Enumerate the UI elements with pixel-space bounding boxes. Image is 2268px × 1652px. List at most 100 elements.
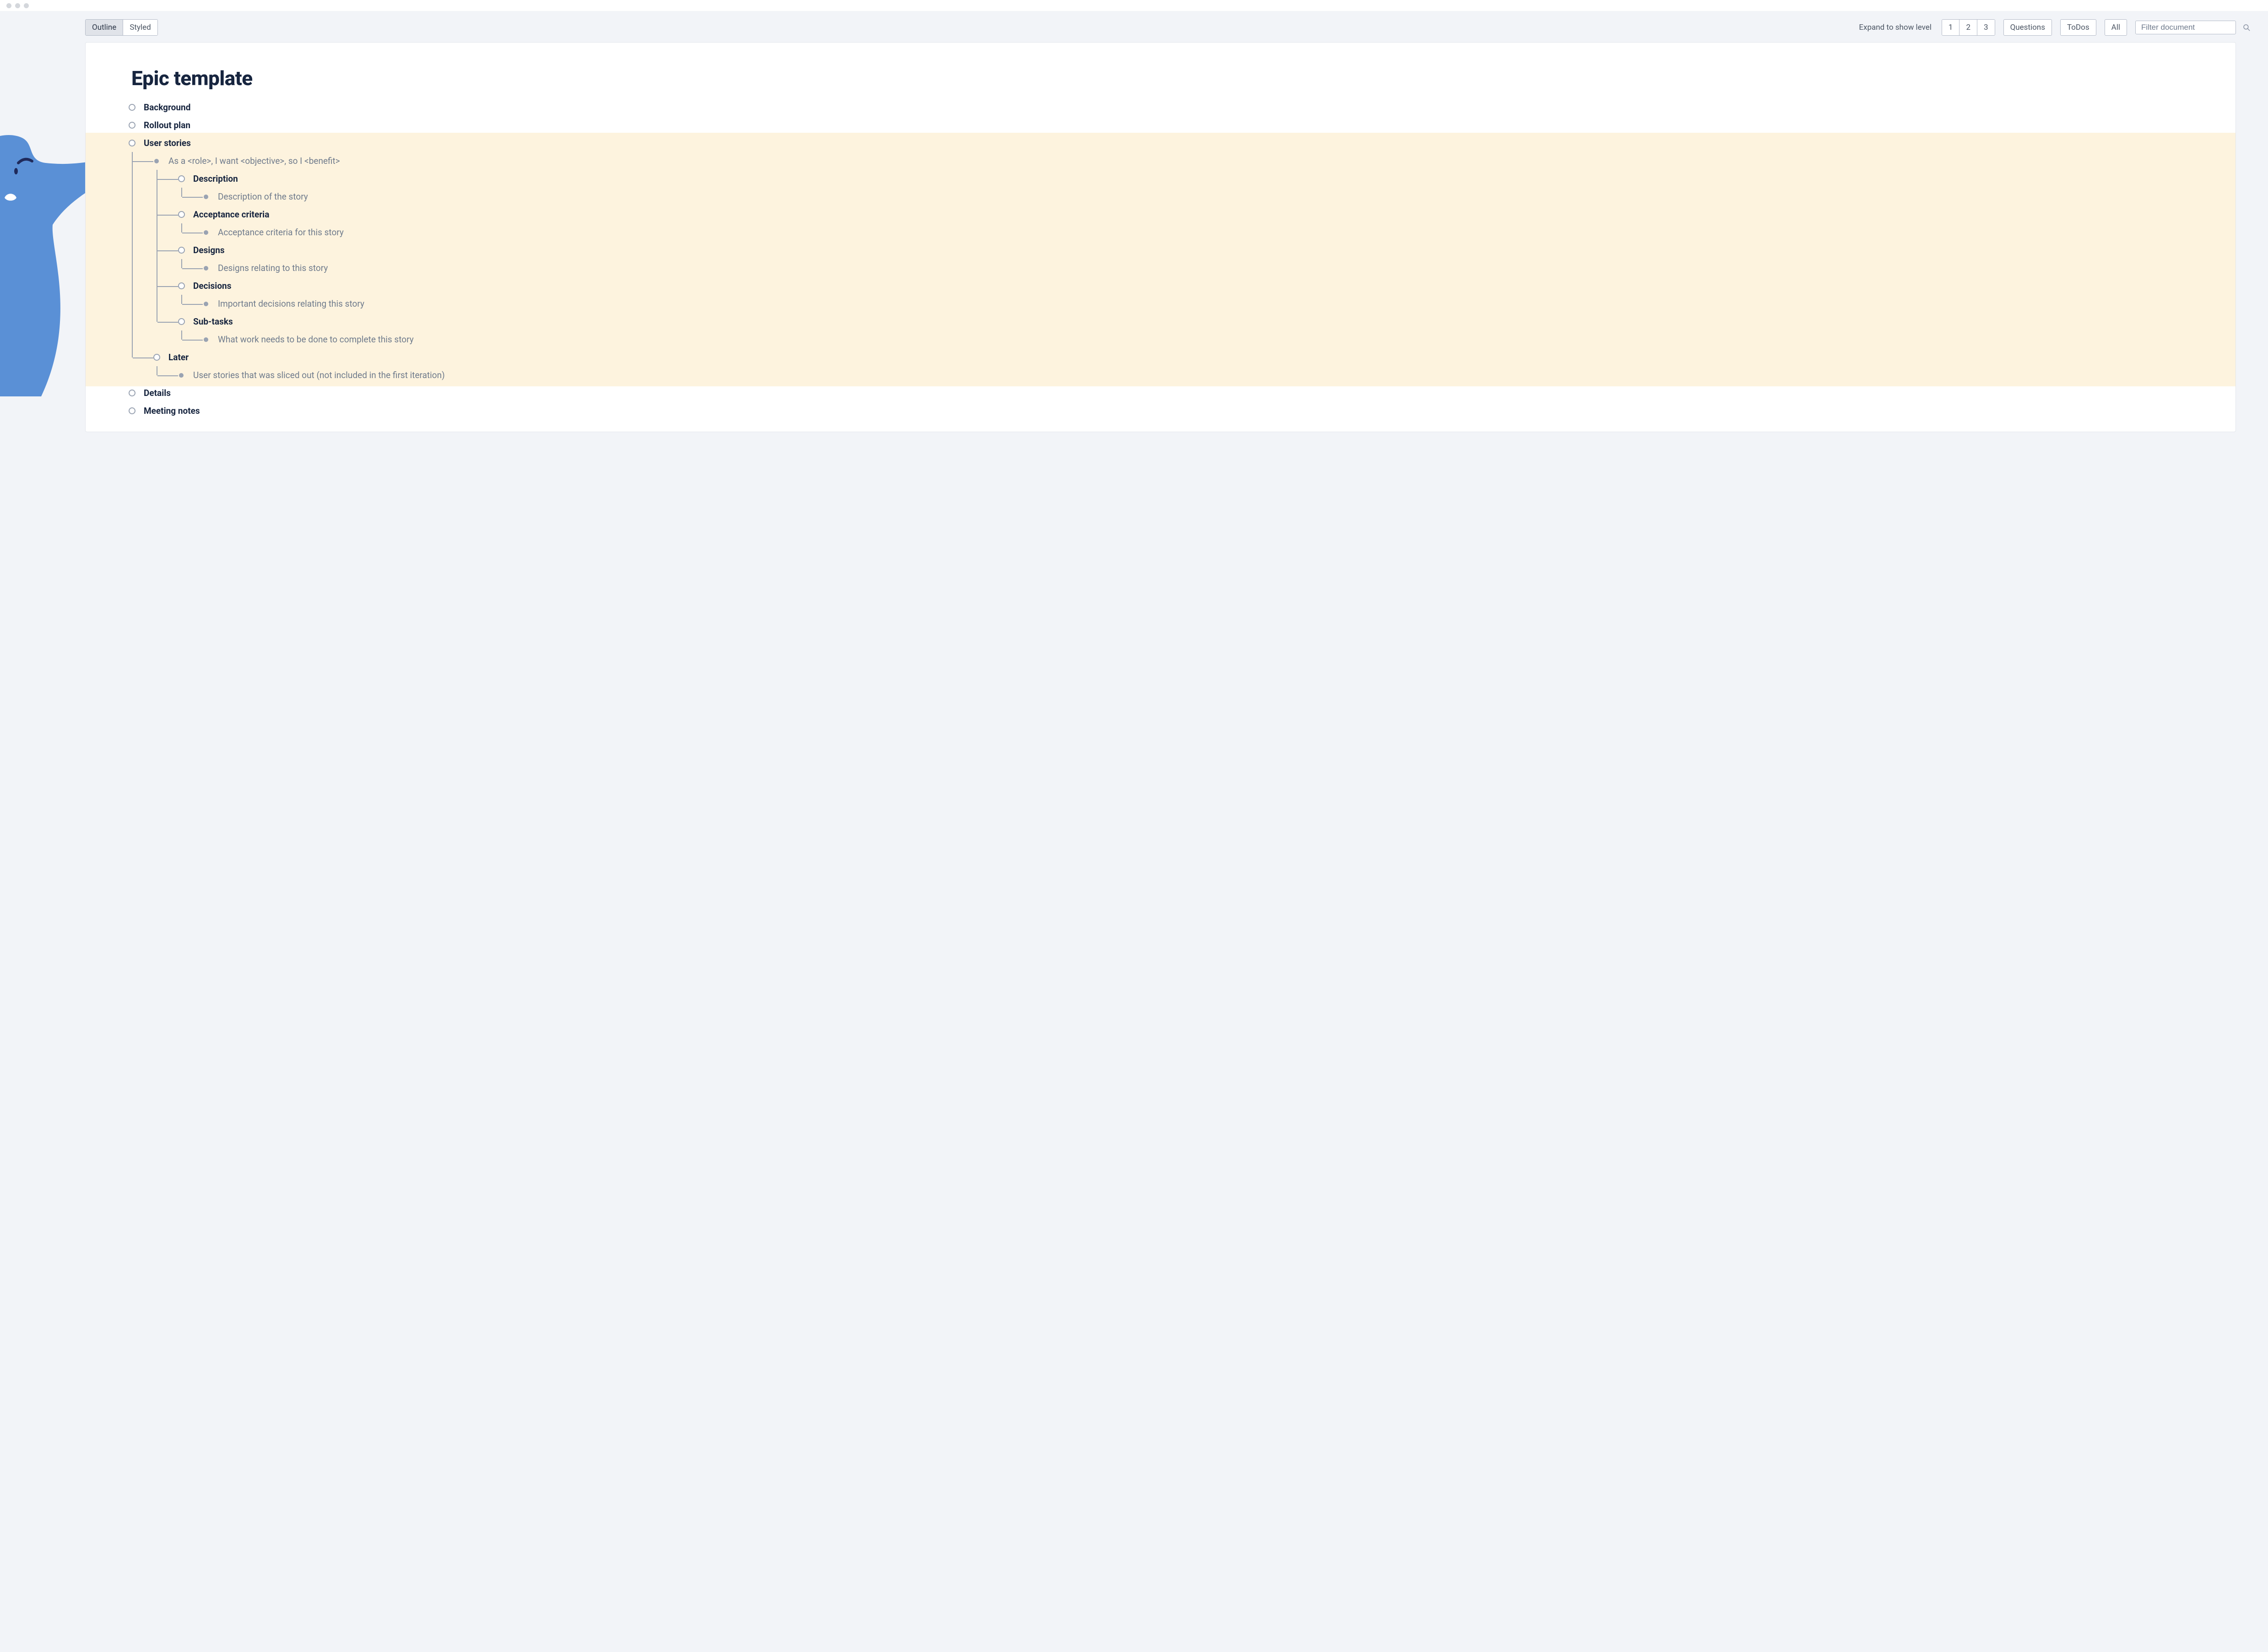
expand-level-2[interactable]: 2: [1959, 20, 1977, 35]
bullet-branch-icon: [178, 318, 185, 325]
outline-row[interactable]: Later: [153, 348, 2236, 366]
bullet-branch-icon: [129, 407, 135, 414]
outline-label: Details: [144, 388, 171, 398]
outline-children: User stories that was sliced out (not in…: [157, 366, 2236, 384]
expand-level-3[interactable]: 3: [1977, 20, 1995, 35]
tab-styled[interactable]: Styled: [123, 20, 157, 35]
bullet-leaf-icon: [204, 337, 208, 342]
outline-label: Rollout plan: [144, 120, 190, 130]
questions-button[interactable]: Questions: [2003, 19, 2052, 36]
outline-row[interactable]: Details: [129, 384, 2236, 402]
outline-node: Meeting notes: [129, 402, 2236, 420]
outline-node: Sub-tasks What work needs to be done to c…: [178, 313, 2236, 348]
outline-node: Background: [129, 98, 2236, 116]
outline-node: What work needs to be done to complete t…: [203, 330, 2236, 348]
outline-node: Details: [129, 384, 2236, 402]
outline-node: As a <role>, I want <objective>, so I <b…: [153, 152, 2236, 348]
outline-row[interactable]: Description: [178, 170, 2236, 188]
outline-label: As a <role>, I want <objective>, so I <b…: [168, 156, 340, 166]
filter-input-wrap[interactable]: [2135, 21, 2236, 34]
outline-row[interactable]: Meeting notes: [129, 402, 2236, 420]
outline-children: Acceptance criteria for this story: [181, 223, 2236, 241]
search-icon: [2242, 23, 2251, 32]
outline-node: Rollout plan: [129, 116, 2236, 134]
bullet-branch-icon: [178, 282, 185, 289]
outline-label: Sub-tasks: [193, 316, 233, 327]
document-card: Epic template BackgroundRollout planUser…: [85, 42, 2236, 432]
outline-label: Acceptance criteria for this story: [218, 227, 344, 238]
bullet-branch-icon: [178, 175, 185, 182]
outline-row[interactable]: Important decisions relating this story: [203, 295, 2236, 313]
outline-node: Important decisions relating this story: [203, 295, 2236, 313]
outline-node: Designs Designs relating to this story: [178, 241, 2236, 277]
outline-label: Description of the story: [218, 191, 308, 202]
outline-children: Designs relating to this story: [181, 259, 2236, 277]
outline-row[interactable]: Decisions: [178, 277, 2236, 295]
outline-row[interactable]: Description of the story: [203, 188, 2236, 206]
expand-level-1[interactable]: 1: [1942, 20, 1959, 35]
todos-button[interactable]: ToDos: [2060, 19, 2096, 36]
outline-children: As a <role>, I want <objective>, so I <b…: [132, 152, 2236, 384]
bullet-branch-icon: [153, 354, 160, 361]
outline-node: Acceptance criteria Acceptance criteria f…: [178, 206, 2236, 241]
bullet-branch-icon: [129, 390, 135, 396]
outline-node: User stories that was sliced out (not in…: [178, 366, 2236, 384]
outline-label: Designs relating to this story: [218, 263, 328, 273]
outline-label: What work needs to be done to complete t…: [218, 334, 414, 345]
outline-node: Description of the story: [203, 188, 2236, 206]
window-dot: [6, 3, 11, 8]
outline-node: Later User stories that was sliced out (n…: [153, 348, 2236, 384]
outline-label: Meeting notes: [144, 406, 200, 416]
outline-row[interactable]: Acceptance criteria for this story: [203, 223, 2236, 241]
bullet-leaf-icon: [179, 373, 184, 378]
outline-node: User stories As a <role>, I want <objecti…: [129, 134, 2236, 384]
window-dot: [15, 3, 20, 8]
outline-label: Later: [168, 352, 189, 363]
outline-row[interactable]: User stories that was sliced out (not in…: [178, 366, 2236, 384]
outline-label: Acceptance criteria: [193, 209, 269, 220]
expand-level-label: Expand to show level: [1859, 23, 1932, 32]
outline-node: Acceptance criteria for this story: [203, 223, 2236, 241]
bullet-branch-icon: [129, 140, 135, 146]
outline-children: What work needs to be done to complete t…: [181, 330, 2236, 348]
outline-label: User stories that was sliced out (not in…: [193, 370, 445, 380]
outline-node: Designs relating to this story: [203, 259, 2236, 277]
bullet-leaf-icon: [204, 302, 208, 306]
outline-node: Decisions Important decisions relating th…: [178, 277, 2236, 313]
outline-row[interactable]: Designs: [178, 241, 2236, 259]
outline-node: Description Description of the story: [178, 170, 2236, 206]
outline-label: Background: [144, 102, 190, 113]
outline-root: Background Rollout plan User stories As a <…: [86, 98, 2236, 432]
view-mode-toggle: Outline Styled: [85, 19, 158, 36]
outline-row[interactable]: Designs relating to this story: [203, 259, 2236, 277]
outline-row[interactable]: Sub-tasks: [178, 313, 2236, 330]
outline-row[interactable]: Background: [129, 98, 2236, 116]
outline-label: Decisions: [193, 281, 231, 291]
tab-outline[interactable]: Outline: [86, 20, 123, 35]
all-button[interactable]: All: [2105, 19, 2127, 36]
window-chrome: [0, 0, 2268, 11]
bullet-branch-icon: [129, 122, 135, 129]
outline-label: User stories: [144, 138, 191, 148]
outline-children: Description Description of the story Accep…: [157, 170, 2236, 348]
outline-label: Description: [193, 173, 238, 184]
outline-label: Important decisions relating this story: [218, 298, 364, 309]
outline-row[interactable]: Rollout plan: [129, 116, 2236, 134]
bullet-branch-icon: [129, 104, 135, 111]
window-dot: [24, 3, 29, 8]
outline-row[interactable]: As a <role>, I want <objective>, so I <b…: [153, 152, 2236, 170]
filter-input[interactable]: [2141, 23, 2242, 32]
toolbar: Outline Styled Expand to show level 1 2 …: [85, 18, 2236, 37]
workspace: Outline Styled Expand to show level 1 2 …: [0, 11, 2268, 1652]
bullet-branch-icon: [178, 247, 185, 254]
bullet-leaf-icon: [204, 230, 208, 235]
outline-row[interactable]: Acceptance criteria: [178, 206, 2236, 223]
bullet-branch-icon: [178, 211, 185, 218]
outline-row[interactable]: User stories: [129, 134, 2236, 152]
bullet-leaf-icon: [204, 266, 208, 271]
outline-row[interactable]: What work needs to be done to complete t…: [203, 330, 2236, 348]
bullet-leaf-icon: [204, 195, 208, 199]
outline-label: Designs: [193, 245, 225, 255]
expand-level-group: 1 2 3: [1942, 19, 1995, 36]
outline-children: Important decisions relating this story: [181, 295, 2236, 313]
